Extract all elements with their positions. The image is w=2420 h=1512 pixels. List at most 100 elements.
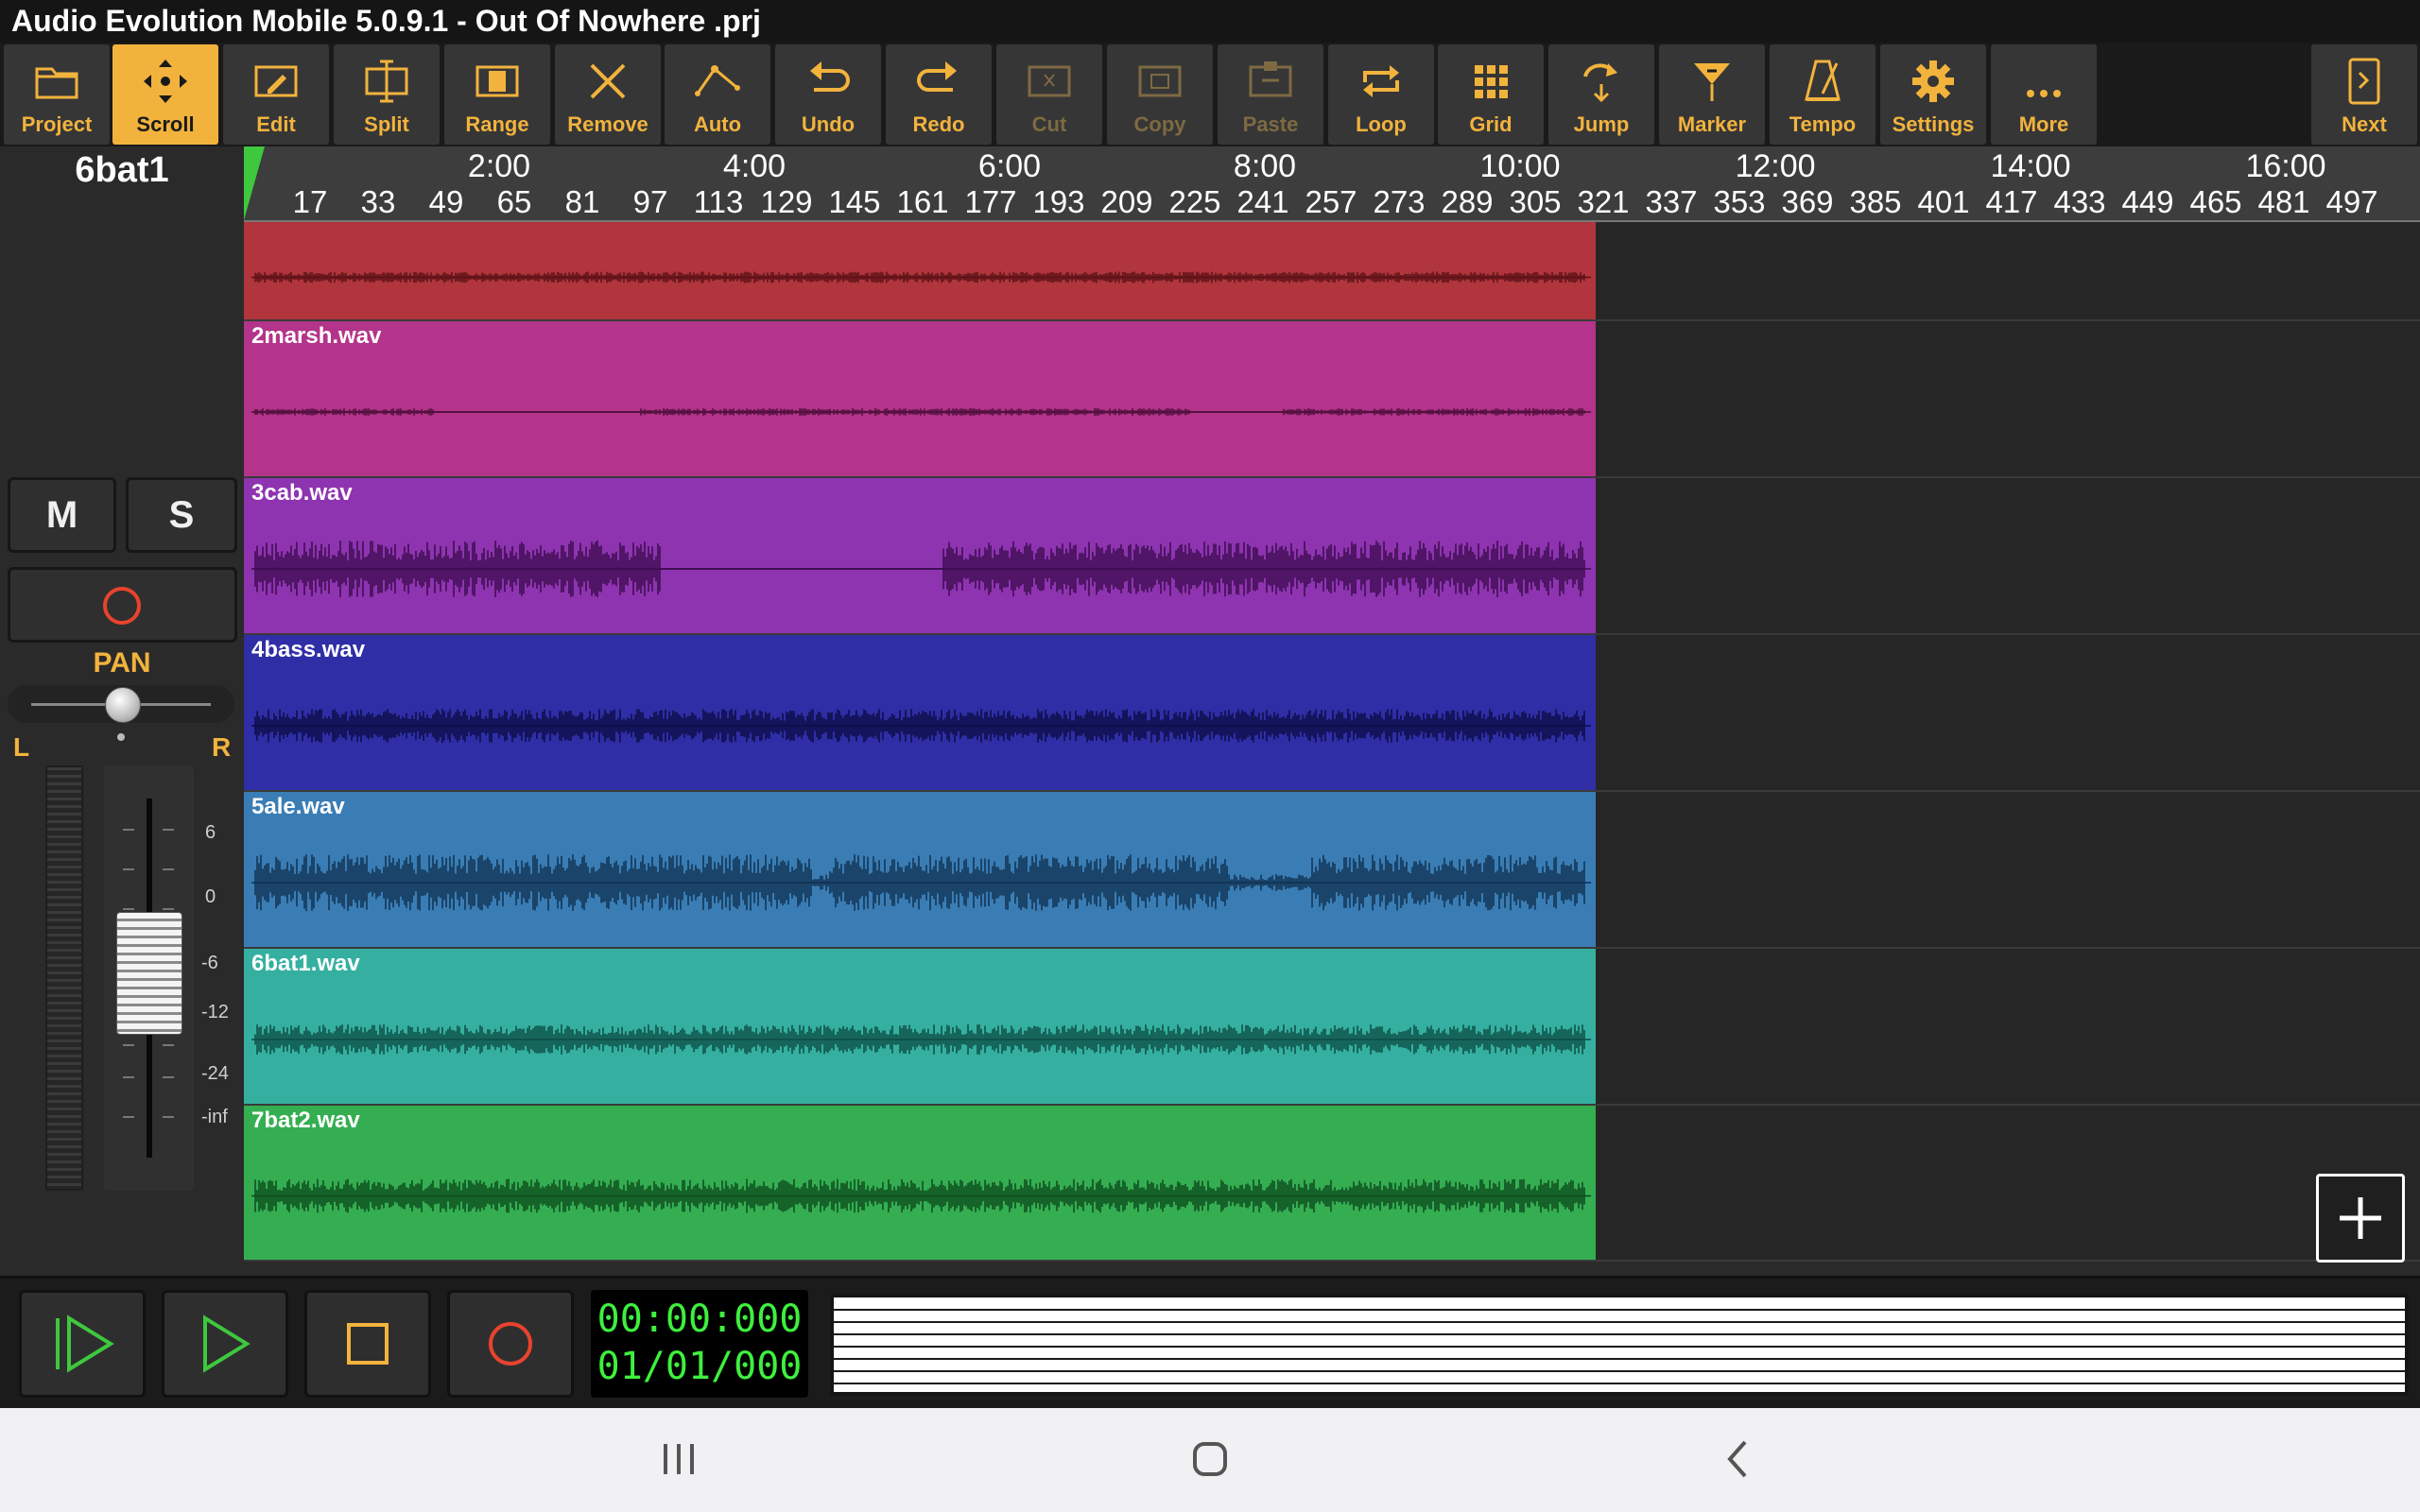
track-row[interactable]: 3cab.wav xyxy=(244,478,2420,635)
track-row[interactable]: 4bass.wav xyxy=(244,635,2420,792)
record-arm-button[interactable] xyxy=(8,567,237,643)
project-label: Project xyxy=(21,112,93,136)
track-row[interactable]: 5ale.wav xyxy=(244,792,2420,949)
split-icon xyxy=(365,60,408,103)
time-label: 4:00 xyxy=(722,148,786,184)
clip-name: 5ale.wav xyxy=(251,794,345,819)
audio-clip[interactable]: 6bat1.wav xyxy=(244,949,1596,1104)
bar-label: 113 xyxy=(693,184,744,219)
copy-button[interactable]: Copy xyxy=(1107,44,1213,145)
bar-label: 369 xyxy=(1781,184,1834,219)
project-overview[interactable] xyxy=(830,1294,2409,1396)
track-area[interactable]: 2marsh.wav 3cab.wav 4bass.wav 5ale.wav 6bat1… xyxy=(244,222,2420,1262)
project-button[interactable]: Project xyxy=(4,44,110,145)
more-button[interactable]: More xyxy=(1991,44,2097,145)
scroll-button[interactable]: Scroll xyxy=(112,44,218,145)
undo-label: Undo xyxy=(801,112,856,136)
grid-label: Grid xyxy=(1469,112,1512,136)
more-label: More xyxy=(2018,112,2069,136)
loop-button[interactable]: Loop xyxy=(1328,44,1434,145)
marker-button[interactable]: Marker xyxy=(1659,44,1765,145)
pan-right-label: R xyxy=(212,732,232,762)
redo-button[interactable]: Redo xyxy=(886,44,992,145)
stop-button[interactable] xyxy=(304,1290,431,1398)
pan-knob[interactable] xyxy=(105,687,141,723)
auto-button[interactable]: Auto xyxy=(665,44,770,145)
auto-label: Auto xyxy=(693,112,742,136)
bar-label: 177 xyxy=(964,184,1017,219)
record-button[interactable] xyxy=(447,1290,574,1398)
time-label: 6:00 xyxy=(977,148,1042,184)
remove-button[interactable]: Remove xyxy=(555,44,661,145)
playhead-marker[interactable] xyxy=(244,146,265,220)
grid-button[interactable]: Grid xyxy=(1438,44,1544,145)
play-from-start-button[interactable] xyxy=(19,1290,146,1398)
track-row[interactable]: 6bat1.wav xyxy=(244,949,2420,1106)
next-button[interactable]: Next xyxy=(2311,44,2417,145)
counter-bars: 01/01/000 xyxy=(596,1345,803,1388)
toolbar: Project Scroll Edit Split Range Remove A… xyxy=(0,43,2420,146)
settings-button[interactable]: Settings xyxy=(1880,44,1986,145)
jump-button[interactable]: Jump xyxy=(1548,44,1654,145)
plus-icon xyxy=(2340,1197,2381,1239)
bar-label: 129 xyxy=(760,184,813,219)
record-icon xyxy=(103,587,141,625)
range-icon xyxy=(475,65,519,97)
timeline-ruler[interactable]: 2:00 4:00 6:00 8:00 10:00 12:00 14:00 16:00 17 3… xyxy=(244,146,2420,222)
audio-clip[interactable]: 2marsh.wav xyxy=(244,321,1596,476)
bar-label: 33 xyxy=(360,184,396,219)
bar-label: 401 xyxy=(1917,184,1970,219)
recent-apps-icon[interactable] xyxy=(660,1436,698,1484)
bar-label: 321 xyxy=(1577,184,1630,219)
play-icon xyxy=(203,1314,251,1373)
time-label: 2:00 xyxy=(467,148,531,184)
audio-clip[interactable]: 5ale.wav xyxy=(244,792,1596,947)
bar-label: 305 xyxy=(1509,184,1562,219)
edit-icon xyxy=(254,65,298,97)
track-row[interactable]: 2marsh.wav xyxy=(244,321,2420,478)
copy-label: Copy xyxy=(1133,112,1186,136)
bar-label: 433 xyxy=(2053,184,2106,219)
play-button[interactable] xyxy=(162,1290,288,1398)
tempo-button[interactable]: Tempo xyxy=(1770,44,1876,145)
fader-handle[interactable] xyxy=(116,912,182,1035)
add-track-button[interactable] xyxy=(2316,1174,2405,1263)
back-icon[interactable] xyxy=(1720,1436,1758,1484)
folder-icon xyxy=(35,67,78,99)
audio-clip[interactable]: 4bass.wav xyxy=(244,635,1596,790)
bar-label: 241 xyxy=(1236,184,1289,219)
selected-track-name: 6bat1 xyxy=(75,150,169,190)
copy-icon xyxy=(1138,65,1182,97)
paste-button[interactable]: Paste xyxy=(1218,44,1323,145)
metronome-icon xyxy=(1805,60,1841,101)
bar-label: 385 xyxy=(1849,184,1902,219)
redo-label: Redo xyxy=(912,112,965,136)
audio-clip[interactable] xyxy=(244,222,1596,319)
bar-label: 17 xyxy=(292,184,328,219)
clip-name: 3cab.wav xyxy=(251,480,353,506)
cut-button[interactable]: Cut xyxy=(996,44,1102,145)
next-page-icon xyxy=(2348,58,2380,105)
fader-scale-label: -6 xyxy=(201,953,218,973)
edit-button[interactable]: Edit xyxy=(223,44,329,145)
split-button[interactable]: Split xyxy=(334,44,440,145)
undo-button[interactable]: Undo xyxy=(775,44,881,145)
bar-label: 65 xyxy=(496,184,532,219)
bar-label: 81 xyxy=(564,184,600,219)
audio-clip[interactable]: 7bat2.wav xyxy=(244,1106,1596,1260)
range-button[interactable]: Range xyxy=(444,44,550,145)
mute-button[interactable]: M xyxy=(8,477,116,553)
position-counter[interactable]: 00:00:000 01/01/000 xyxy=(591,1290,808,1398)
scroll-icon xyxy=(144,60,187,103)
paste-icon xyxy=(1249,61,1292,97)
bar-label: 97 xyxy=(632,184,668,219)
record-icon xyxy=(489,1322,532,1366)
pan-slider[interactable] xyxy=(8,685,234,723)
waveform xyxy=(251,709,1591,743)
home-icon[interactable] xyxy=(1189,1436,1231,1484)
solo-button[interactable]: S xyxy=(126,477,237,553)
time-label: 10:00 xyxy=(1479,148,1561,184)
track-row[interactable] xyxy=(244,222,2420,321)
audio-clip[interactable]: 3cab.wav xyxy=(244,478,1596,633)
track-row[interactable]: 7bat2.wav xyxy=(244,1106,2420,1262)
